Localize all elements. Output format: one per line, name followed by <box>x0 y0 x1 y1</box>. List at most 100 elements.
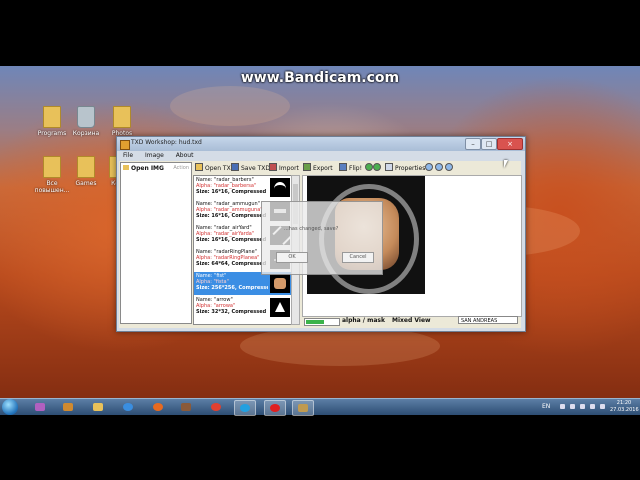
rotate-right-icon <box>373 163 381 171</box>
window-title: TXD Workshop: hud.txd <box>131 139 202 146</box>
properties-label: Properties <box>395 165 426 172</box>
txd-workshop-icon <box>181 403 191 411</box>
save-icon <box>231 163 239 171</box>
desktop-icon-label: Programs <box>37 130 67 137</box>
game-select-value: SAN ANDREAS <box>461 318 498 324</box>
taskbar-skype[interactable] <box>234 400 256 416</box>
app-icon <box>120 140 130 150</box>
desktop-icon-label: Games <box>75 180 97 187</box>
window-titlebar[interactable]: TXD Workshop: hud.txd – □ × <box>117 137 525 151</box>
toolbar: Open TXD Save TXD Import Export Flip! Pr… <box>193 162 519 174</box>
progress-fill <box>306 320 324 324</box>
language-indicator[interactable]: EN <box>542 403 550 410</box>
open-txd-button[interactable]: Open TXD <box>195 163 235 173</box>
internet-explorer-icon <box>123 403 133 411</box>
window-client: Open IMG Action Open TXD Save TXD Import… <box>119 161 522 328</box>
menu-file[interactable]: File <box>123 152 133 159</box>
dialog-cancel-button[interactable]: Cancel <box>342 252 374 263</box>
tray-arrow-icon[interactable] <box>560 404 565 409</box>
progress-bar <box>304 318 340 326</box>
export-button[interactable]: Export <box>303 163 333 173</box>
media-player-icon <box>63 403 73 411</box>
dialog-message: ...has changed, save? <box>284 226 339 232</box>
start-button[interactable] <box>2 399 18 415</box>
taskbar-txd-workshop[interactable] <box>176 400 196 414</box>
img-pane-hint: Action <box>173 165 189 171</box>
close-button[interactable]: × <box>497 138 523 150</box>
firefox-icon <box>153 403 163 411</box>
folder-icon <box>93 403 103 411</box>
txd-workshop-window: TXD Workshop: hud.txd – □ × File Image A… <box>116 136 526 332</box>
taskbar-internet-explorer[interactable] <box>118 400 138 414</box>
mixed-view-toggle[interactable]: Mixed View <box>392 317 431 324</box>
bandicam-watermark: www.Bandicam.com <box>240 70 400 86</box>
taskbar-photos[interactable] <box>292 400 314 416</box>
zoom-reset-icon <box>445 163 453 171</box>
dialog-ok-button[interactable]: OK <box>276 252 308 263</box>
tray-flag-icon[interactable] <box>570 404 575 409</box>
desktop-icon-photos[interactable]: Photos <box>100 106 144 137</box>
folder-icon <box>123 165 129 170</box>
menu-about[interactable]: About <box>176 152 194 159</box>
zoom-in-icon <box>425 163 433 171</box>
folder-icon <box>113 106 131 128</box>
desktop-icon-label: Корзина <box>72 130 100 137</box>
taskbar-chrome[interactable] <box>206 400 226 414</box>
item-size: Size: 32*32, Compressed DX <box>196 309 268 315</box>
import-icon <box>269 163 277 171</box>
flip-label: Flip! <box>349 165 362 172</box>
save-txd-button[interactable]: Save TXD <box>231 163 270 173</box>
rotate-right-button[interactable] <box>373 163 383 173</box>
bandicam-icon <box>270 404 280 412</box>
zoom-out-button[interactable] <box>435 163 445 173</box>
game-select[interactable]: SAN ANDREAS <box>458 316 518 324</box>
menubar: File Image About <box>119 152 523 161</box>
letterbox-bottom <box>0 414 640 480</box>
folder-icon <box>43 156 61 178</box>
maximize-button[interactable]: □ <box>481 138 497 150</box>
skype-icon <box>240 404 250 412</box>
clock-time: 21:20 <box>616 400 632 406</box>
list-item-selected[interactable]: Name: "fist" Alpha: "fista" Size: 256*256,… <box>194 272 292 295</box>
taskbar-firefox[interactable] <box>148 400 168 414</box>
alpha-mask-toggle[interactable]: alpha / mask <box>342 317 385 324</box>
fist-icon <box>270 274 290 293</box>
taskbar-explorer[interactable] <box>88 400 108 414</box>
list-item[interactable]: Name: "arrow" Alpha: "arrowa" Size: 32*32,… <box>194 296 292 319</box>
import-label: Import <box>279 165 299 172</box>
folder-icon <box>195 163 203 171</box>
tray-network-icon[interactable] <box>580 404 585 409</box>
tray-power-icon[interactable] <box>600 404 605 409</box>
item-size: Size: 16*16, Compressed DX <box>196 237 268 243</box>
taskbar-bandicam[interactable] <box>264 400 286 416</box>
taskbar: EN 21:20 27.03.2016 <box>0 398 640 416</box>
clock[interactable]: 21:20 27.03.2016 <box>610 400 639 414</box>
export-icon <box>303 163 311 171</box>
photos-icon <box>298 404 308 412</box>
folder-icon <box>77 156 95 178</box>
letterbox-top <box>0 0 640 66</box>
menu-image[interactable]: Image <box>145 152 164 159</box>
import-button[interactable]: Import <box>269 163 299 173</box>
zoom-in-button[interactable] <box>425 163 435 173</box>
recycle-bin-icon <box>77 106 95 128</box>
clock-date: 27.03.2016 <box>610 407 639 413</box>
minimize-button[interactable]: – <box>465 138 481 150</box>
flip-icon <box>339 163 347 171</box>
flip-button[interactable]: Flip! <box>339 163 362 173</box>
arrow-icon <box>270 298 290 317</box>
wallpaper-highlight <box>240 326 440 366</box>
item-size: Size: 16*16, Compressed DX <box>196 213 268 219</box>
properties-button[interactable]: Properties <box>385 163 425 173</box>
taskbar-media-player[interactable] <box>58 400 78 414</box>
winamp-icon <box>35 403 45 411</box>
wallpaper-highlight <box>170 86 290 126</box>
taskbar-winamp[interactable] <box>30 400 50 414</box>
zoom-reset-button[interactable] <box>445 163 455 173</box>
folder-icon <box>43 106 61 128</box>
tray-volume-icon[interactable] <box>590 404 595 409</box>
item-size: Size: 64*64, Compressed DX <box>196 261 268 267</box>
mouse-cursor <box>504 160 510 168</box>
list-item[interactable]: Name: "radar_barbers" Alpha: "radar_barbe… <box>194 176 292 199</box>
img-pane: Open IMG Action <box>120 162 192 324</box>
